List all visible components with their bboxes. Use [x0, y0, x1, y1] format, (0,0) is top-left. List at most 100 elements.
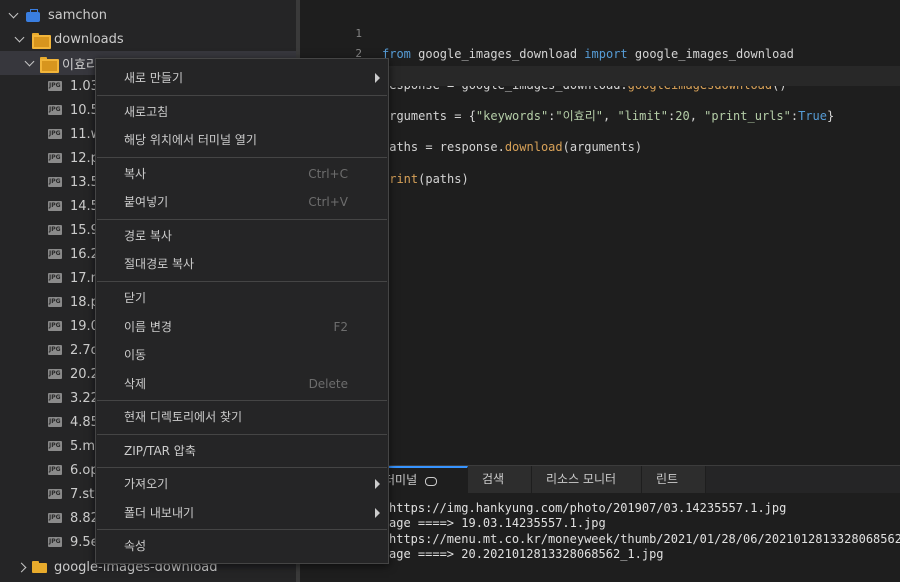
menu-item-delete[interactable]: 삭제 Delete: [96, 372, 388, 396]
menu-item-open-terminal[interactable]: 해당 위치에서 터미널 열기: [96, 128, 388, 152]
jpg-file-icon: [48, 201, 62, 211]
menu-item-new[interactable]: 새로 만들기: [96, 66, 388, 90]
menu-shortcut: Ctrl+V: [308, 195, 348, 209]
code-line[interactable]: 1 from google_images_download import goo…: [300, 4, 900, 61]
menu-item-label: 이동: [124, 348, 147, 362]
menu-item-copy[interactable]: 복사 Ctrl+C: [96, 162, 388, 186]
submenu-arrow-icon: [375, 73, 380, 83]
menu-item-label: 새로 만들기: [124, 71, 184, 85]
jpg-file-icon: [48, 81, 62, 91]
jpg-file-icon: [48, 225, 62, 235]
terminal-line: https://menu.mt.co.kr/moneyweek/thumb/20…: [389, 532, 900, 546]
menu-item-label: 이름 변경: [124, 320, 172, 334]
menu-shortcut: Ctrl+C: [308, 167, 348, 181]
jpg-file-icon: [48, 249, 62, 259]
menu-separator: [97, 281, 387, 282]
chevron-down-icon[interactable]: [14, 33, 26, 45]
workspace-box-icon: [26, 8, 40, 22]
code-line[interactable]: 3 response = google_images_download.goog…: [300, 35, 900, 92]
menu-item-label: 가져오기: [124, 477, 169, 491]
refresh-icon[interactable]: [425, 476, 438, 486]
menu-item-refresh[interactable]: 새로고침: [96, 100, 388, 124]
jpg-file-icon: [48, 489, 62, 499]
code-part: (paths): [418, 172, 469, 186]
menu-item-label: 새로고침: [124, 105, 169, 119]
tab-lint[interactable]: 린트: [642, 466, 706, 493]
menu-item-zip-compress[interactable]: ZIP/TAR 압축: [96, 439, 388, 463]
tab-resource-monitor[interactable]: 리소스 모니터: [532, 466, 642, 493]
menu-separator: [97, 95, 387, 96]
submenu-arrow-icon: [375, 508, 380, 518]
jpg-file-icon: [48, 273, 62, 283]
chevron-down-icon[interactable]: [24, 57, 36, 69]
code-editor[interactable]: 1 from google_images_download import goo…: [300, 0, 900, 465]
tree-folder-downloads[interactable]: downloads: [0, 27, 300, 51]
jpg-file-icon: [48, 297, 62, 307]
context-menu: 새로 만들기 새로고침 해당 위치에서 터미널 열기 복사 Ctrl+C 붙여넣기…: [95, 58, 389, 564]
menu-shortcut: Delete: [308, 377, 348, 391]
menu-item-label: 절대경로 복사: [124, 257, 195, 271]
menu-item-label: 경로 복사: [124, 229, 172, 243]
folder-closed-icon: [32, 561, 47, 573]
jpg-file-icon: [48, 321, 62, 331]
menu-item-find-in-directory[interactable]: 현재 디렉토리에서 찾기: [96, 405, 388, 429]
menu-item-label: 닫기: [124, 291, 147, 305]
menu-item-move[interactable]: 이동: [96, 343, 388, 367]
jpg-file-icon: [48, 177, 62, 187]
menu-separator: [97, 400, 387, 401]
bottom-panel: 터미널 검색 리소스 모니터 린트 https://img.hankyung.c…: [300, 465, 900, 582]
tree-root-samchon[interactable]: samchon: [0, 3, 300, 27]
code-line[interactable]: 5 paths = response.download(arguments): [300, 97, 900, 154]
tab-search[interactable]: 검색: [468, 466, 532, 493]
tab-label: 리소스 모니터: [546, 472, 617, 486]
tab-label: 린트: [656, 472, 679, 486]
menu-item-label: ZIP/TAR 압축: [124, 444, 196, 458]
menu-item-label: 붙여넣기: [124, 195, 169, 209]
jpg-file-icon: [48, 105, 62, 115]
jpg-file-icon: [48, 537, 62, 547]
jpg-file-icon: [48, 441, 62, 451]
menu-item-paste[interactable]: 붙여넣기 Ctrl+V: [96, 190, 388, 214]
tree-folder-label: downloads: [54, 31, 124, 47]
jpg-file-icon: [48, 513, 62, 523]
menu-item-copy-absolute-path[interactable]: 절대경로 복사: [96, 252, 388, 276]
chevron-down-icon[interactable]: [8, 9, 20, 21]
submenu-arrow-icon: [375, 479, 380, 489]
menu-item-export-folder[interactable]: 폴더 내보내기: [96, 501, 388, 525]
jpg-file-icon: [48, 153, 62, 163]
menu-separator: [97, 434, 387, 435]
menu-item-rename[interactable]: 이름 변경 F2: [96, 315, 388, 339]
jpg-file-icon: [48, 369, 62, 379]
menu-separator: [97, 529, 387, 530]
tree-folder-label: 이효리: [62, 57, 98, 73]
menu-item-close[interactable]: 닫기: [96, 286, 388, 310]
panel-tab-bar: 터미널 검색 리소스 모니터 린트: [300, 466, 900, 493]
terminal-line: https://img.hankyung.com/photo/201907/03…: [389, 501, 787, 515]
code-text: print(paths): [382, 169, 469, 189]
code-line[interactable]: 7 print(paths): [300, 129, 900, 186]
terminal-line: age ====> 19.03.14235557.1.jpg: [389, 516, 606, 530]
jpg-file-icon: [48, 417, 62, 427]
menu-item-label: 해당 위치에서 터미널 열기: [124, 133, 257, 147]
jpg-file-icon: [48, 393, 62, 403]
menu-separator: [97, 467, 387, 468]
code-line-current[interactable]: 4 arguments = {"keywords":"이효리", "limit"…: [300, 66, 900, 123]
menu-item-import[interactable]: 가져오기: [96, 472, 388, 496]
menu-separator: [97, 219, 387, 220]
menu-shortcut: F2: [333, 320, 348, 334]
menu-item-label: 현재 디렉토리에서 찾기: [124, 410, 243, 424]
menu-item-label: 속성: [124, 539, 147, 553]
terminal-line: age ====> 20.2021012813328068562_1.jpg: [389, 547, 664, 561]
menu-item-properties[interactable]: 속성: [96, 534, 388, 558]
chevron-right-icon[interactable]: [18, 561, 30, 573]
tab-label: 검색: [482, 472, 505, 486]
menu-item-label: 복사: [124, 167, 147, 181]
menu-separator: [97, 157, 387, 158]
menu-item-copy-path[interactable]: 경로 복사: [96, 224, 388, 248]
tree-root-label: samchon: [48, 7, 107, 23]
folder-open-icon: [40, 57, 59, 73]
menu-item-label: 폴더 내보내기: [124, 506, 195, 520]
jpg-file-icon: [48, 345, 62, 355]
jpg-file-icon: [48, 129, 62, 139]
jpg-file-icon: [48, 465, 62, 475]
